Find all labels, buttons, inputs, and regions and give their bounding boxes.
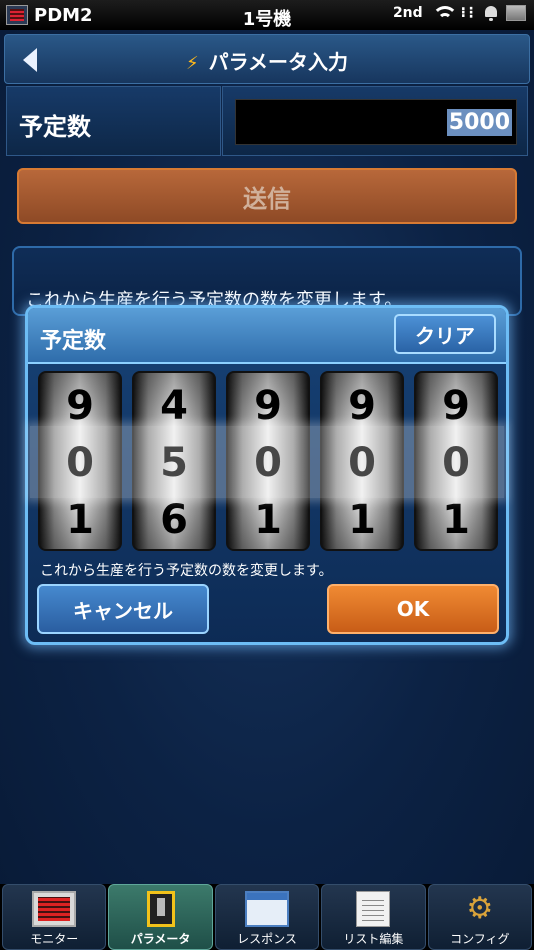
planned-count-input[interactable]: 5000: [235, 99, 517, 145]
tab-label: モニター: [30, 932, 79, 946]
planned-count-field: 5000: [222, 86, 528, 156]
bottom-tab-bar: モニター パラメータ レスポンス リスト編集 ⚙ コンフィグ: [0, 884, 534, 950]
dialog-title: 予定数: [40, 329, 107, 354]
status-icons: 2nd ⁝⋮: [393, 4, 526, 22]
drum-digit-selected: 5: [160, 440, 188, 486]
digit-drum-2[interactable]: 4 5 6: [132, 371, 216, 551]
ok-button[interactable]: OK: [327, 584, 499, 634]
send-button[interactable]: 送信: [17, 168, 517, 224]
config-icon: ⚙: [466, 891, 494, 926]
header-bar: ⚡ パラメータ入力: [4, 34, 530, 84]
drum-digit-above: 9: [442, 383, 470, 429]
drum-digit-above: 9: [348, 383, 376, 429]
tab-label: コンフィグ: [450, 932, 510, 946]
planned-count-label: 予定数: [6, 86, 221, 156]
lightning-icon: ⚡: [185, 53, 199, 74]
drum-digit-selected: 0: [66, 440, 94, 486]
drum-digit-below: 1: [66, 497, 94, 543]
status-bar: PDM2 1号機 2nd ⁝⋮: [0, 0, 534, 30]
drum-digit-below: 1: [254, 497, 282, 543]
response-icon: [245, 891, 290, 927]
tab-response[interactable]: レスポンス: [214, 884, 320, 950]
list-edit-icon: [356, 891, 391, 927]
cancel-button[interactable]: キャンセル: [37, 584, 209, 634]
clear-button[interactable]: クリア: [394, 314, 496, 354]
drum-digit-selected: 0: [348, 440, 376, 486]
tab-parameter[interactable]: パラメータ: [108, 884, 213, 950]
tab-monitor[interactable]: モニター: [2, 884, 107, 950]
planned-count-value: 5000: [446, 108, 512, 136]
battery-icon: [506, 5, 526, 21]
sync-icon: ⁝⋮: [460, 5, 478, 21]
bell-icon: [484, 5, 498, 21]
dialog-message: これから生産を行う予定数の数を変更します。: [40, 563, 333, 579]
drum-digit-selected: 0: [254, 440, 282, 486]
tab-label: レスポンス: [237, 932, 297, 946]
drum-digit-above: 9: [254, 383, 282, 429]
drum-digit-below: 6: [160, 497, 188, 543]
page-title-text: パラメータ入力: [208, 50, 349, 74]
digit-drum-5[interactable]: 9 0 1: [414, 371, 498, 551]
network-label: 2nd: [392, 5, 423, 21]
drum-digit-below: 1: [442, 497, 470, 543]
parameter-icon: [146, 891, 175, 927]
tab-list-edit[interactable]: リスト編集: [321, 884, 426, 950]
monitor-icon: [32, 891, 77, 927]
tab-label: リスト編集: [343, 932, 404, 946]
drum-digit-above: 9: [66, 383, 94, 429]
wifi-icon: [431, 4, 458, 22]
tab-config[interactable]: ⚙ コンフィグ: [427, 884, 533, 950]
digit-drum-1[interactable]: 9 0 1: [38, 371, 122, 551]
drum-digit-below: 1: [348, 497, 376, 543]
drum-digit-above: 4: [160, 383, 188, 429]
page-title: ⚡ パラメータ入力: [5, 46, 529, 75]
digit-drum-4[interactable]: 9 0 1: [320, 371, 404, 551]
dialog-header: 予定数 クリア: [28, 308, 506, 364]
screen: PDM2 1号機 2nd ⁝⋮ ⚡ パラメータ入力 予定数 5000 送信 これか…: [0, 0, 534, 950]
number-picker-dialog: 予定数 クリア 9 0 1 4 5 6 9 0 1 9 0 1 9 0 1 これ…: [25, 305, 509, 645]
tab-label: パラメータ: [130, 932, 191, 946]
drum-digit-selected: 0: [442, 440, 470, 486]
digit-drum-3[interactable]: 9 0 1: [226, 371, 310, 551]
